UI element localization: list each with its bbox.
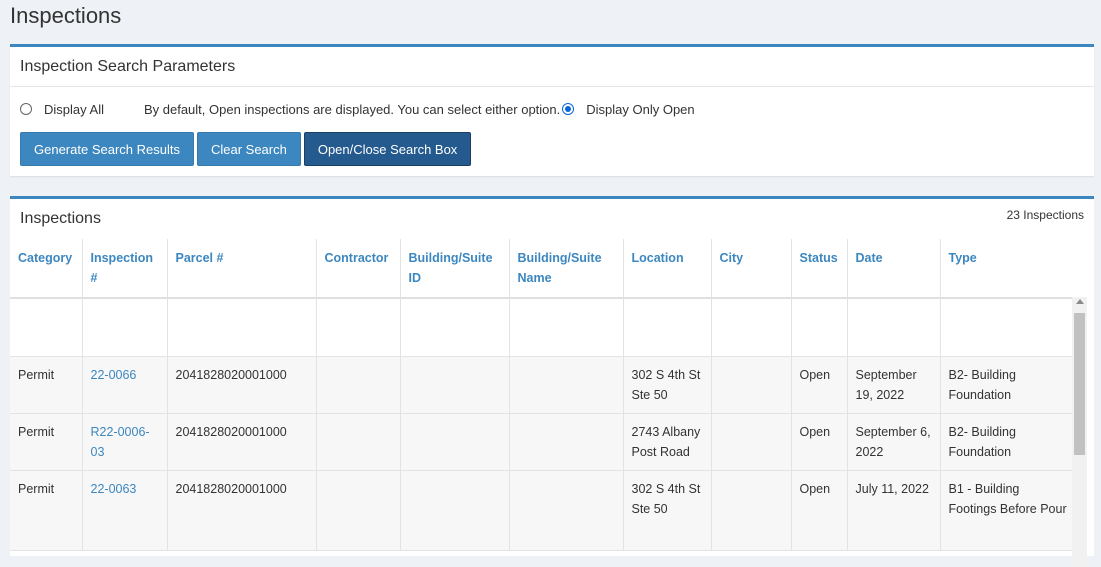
cell-inspection: 22-0066	[82, 356, 168, 414]
table-row: Permit 22-0063 2041828020001000 302 S 4t…	[10, 470, 1076, 551]
cell-date: September 19, 2022	[847, 356, 941, 414]
cell-category: Permit	[10, 356, 83, 414]
cell-building-suite-name	[509, 413, 624, 471]
search-buttons: Generate Search Results Clear Search Ope…	[20, 132, 472, 166]
column-header-date[interactable]: Date	[847, 239, 941, 299]
cell-building-suite-name	[509, 356, 624, 414]
cell-category: Permit	[10, 413, 83, 471]
cell-date: July 11, 2022	[847, 470, 941, 551]
column-header-status[interactable]: Status	[791, 239, 848, 299]
cell-contractor	[316, 356, 401, 414]
cell-contractor	[316, 413, 401, 471]
cell-building-suite-id	[400, 413, 510, 471]
cell-location: 302 S 4th St Ste 50	[623, 356, 712, 414]
cell-status: Open	[791, 413, 848, 471]
column-header-category[interactable]: Category	[10, 239, 83, 299]
page-title: Inspections	[10, 3, 122, 28]
scroll-up-arrow-icon[interactable]	[1076, 299, 1084, 304]
cell-city	[711, 470, 792, 551]
search-panel-header: Inspection Search Parameters	[10, 47, 1094, 87]
cell-status: Open	[791, 470, 848, 551]
column-header-city[interactable]: City	[711, 239, 792, 299]
results-title: Inspections	[20, 210, 101, 227]
column-header-building-suite-name[interactable]: Building/Suite Name	[509, 239, 624, 299]
inspection-link[interactable]: R22-0006-03	[91, 425, 150, 459]
display-all-radio[interactable]	[20, 103, 32, 115]
results-header: Inspections 23 Inspections	[10, 199, 1094, 239]
generate-search-results-button[interactable]: Generate Search Results	[20, 132, 194, 166]
results-count: 23 Inspections	[1006, 208, 1084, 222]
cell-location: 302 S 4th St Ste 50	[623, 470, 712, 551]
table-scrollbar[interactable]	[1072, 297, 1087, 567]
table-header-row: Category Inspection # Parcel # Contracto…	[10, 239, 1076, 299]
cell-city	[711, 356, 792, 414]
column-header-building-suite-id[interactable]: Building/Suite ID	[400, 239, 510, 299]
cell-type: B2- Building Foundation	[940, 356, 1076, 414]
cell-parcel: 2041828020001000	[167, 470, 317, 551]
search-panel: Inspection Search Parameters Display All…	[10, 44, 1094, 176]
cell-type: B2- Building Foundation	[940, 413, 1076, 471]
inspection-link[interactable]: 22-0066	[91, 368, 137, 382]
column-header-type[interactable]: Type	[940, 239, 1076, 299]
display-options: Display All By default, Open inspections…	[20, 99, 695, 119]
display-only-open-label[interactable]: Display Only Open	[586, 102, 694, 117]
scrollbar-thumb[interactable]	[1074, 313, 1085, 455]
display-only-open-radio[interactable]	[562, 103, 575, 115]
table-row: Permit 22-0066 2041828020001000 302 S 4t…	[10, 356, 1076, 414]
cell-location: 2743 Albany Post Road	[623, 413, 712, 471]
cell-inspection: R22-0006-03	[82, 413, 168, 471]
column-header-parcel[interactable]: Parcel #	[167, 239, 317, 299]
cell-city	[711, 413, 792, 471]
cell-category: Permit	[10, 470, 83, 551]
clear-search-button[interactable]: Clear Search	[196, 132, 301, 166]
display-hint: By default, Open inspections are display…	[143, 101, 561, 117]
cell-building-suite-id	[400, 470, 510, 551]
results-panel: Inspections 23 Inspections Category Insp…	[10, 196, 1094, 567]
cell-parcel: 2041828020001000	[167, 356, 317, 414]
cell-status: Open	[791, 356, 848, 414]
cell-date: September 6, 2022	[847, 413, 941, 471]
cell-type: B1 - Building Footings Before Pour	[940, 470, 1076, 551]
display-all-label[interactable]: Display All	[44, 102, 104, 117]
cell-building-suite-name	[509, 470, 624, 551]
cell-contractor	[316, 470, 401, 551]
filter-row	[10, 298, 1076, 357]
cell-building-suite-id	[400, 356, 510, 414]
search-panel-title: Inspection Search Parameters	[20, 57, 236, 75]
inspections-table: Category Inspection # Parcel # Contracto…	[10, 239, 1076, 551]
table-row: Permit R22-0006-03 2041828020001000 2743…	[10, 413, 1076, 471]
inspection-link[interactable]: 22-0063	[91, 482, 137, 496]
cell-inspection: 22-0063	[82, 470, 168, 551]
toggle-search-box-button[interactable]: Open/Close Search Box	[303, 132, 472, 166]
column-header-location[interactable]: Location	[623, 239, 712, 299]
column-header-contractor[interactable]: Contractor	[316, 239, 401, 299]
cell-parcel: 2041828020001000	[167, 413, 317, 471]
column-header-inspection[interactable]: Inspection #	[82, 239, 168, 299]
